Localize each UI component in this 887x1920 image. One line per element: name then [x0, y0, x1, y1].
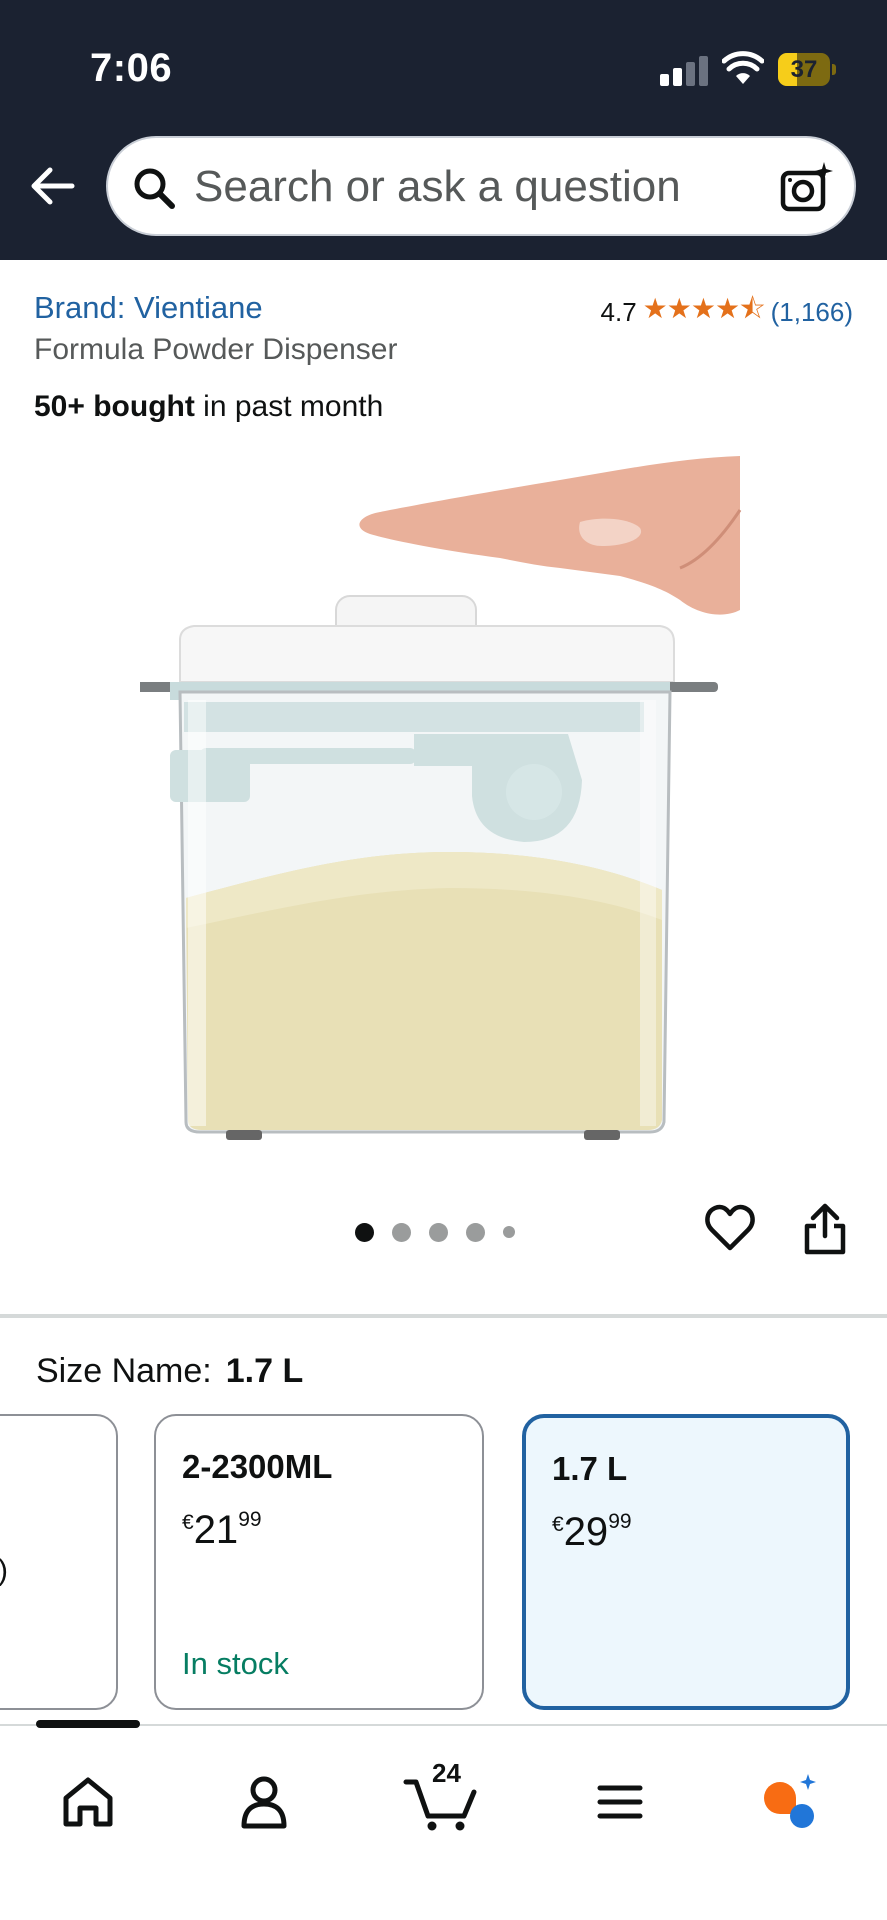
bought-count-bold: 50+ bought: [34, 390, 195, 423]
carousel-dot[interactable]: [355, 1222, 374, 1242]
carousel-dot[interactable]: [503, 1226, 515, 1238]
price-currency: €: [182, 1511, 194, 1534]
size-option-card[interactable]: 2-2300ML €2199 In stock: [154, 1414, 484, 1710]
size-option-price: €2199: [182, 1508, 262, 1553]
price-fraction: 99: [608, 1510, 632, 1533]
app-header: 7:06 37: [0, 0, 887, 260]
search-bar[interactable]: [106, 136, 856, 236]
brand-link[interactable]: Brand: Vientiane: [34, 290, 263, 326]
rating-count-link[interactable]: (1,166): [771, 297, 853, 328]
price-whole: 29: [563, 1510, 609, 1554]
camera-sparkle-icon[interactable]: [780, 160, 834, 214]
rufus-icon[interactable]: [758, 1770, 822, 1834]
battery-indicator: 37: [778, 53, 838, 86]
arrow-left-icon[interactable]: [26, 160, 78, 212]
carousel-dot[interactable]: [392, 1222, 411, 1242]
menu-icon[interactable]: [588, 1770, 652, 1834]
image-carousel-dots[interactable]: [355, 1222, 515, 1242]
size-option-name: 1.7 L: [552, 1450, 628, 1487]
price-fraction: 99: [238, 1508, 262, 1531]
size-option-card-selected[interactable]: 1.7 L €2999: [522, 1414, 850, 1710]
battery-level: 37: [790, 56, 818, 83]
size-label-text: Size Name:: [36, 1352, 212, 1390]
cellular-signal-icon: [660, 54, 710, 86]
carousel-dot[interactable]: [429, 1222, 448, 1242]
search-icon[interactable]: [132, 166, 176, 210]
size-option-card[interactable]: ): [0, 1414, 118, 1710]
account-icon[interactable]: [232, 1770, 296, 1834]
heart-icon[interactable]: [704, 1202, 756, 1254]
product-image[interactable]: [140, 450, 750, 1150]
rating-value: 4.7: [600, 296, 637, 327]
size-option-name: 2-2300ML: [182, 1448, 333, 1485]
section-divider: [0, 1314, 887, 1318]
size-option-edge-text: ): [0, 1554, 8, 1588]
size-option-price: €2999: [552, 1510, 632, 1555]
bought-count-rest: in past month: [194, 390, 384, 423]
cart-count: 24: [432, 1758, 461, 1788]
product-subtitle: Formula Powder Dispenser: [34, 333, 398, 366]
star-rating-icon: ★★★★⯪: [642, 293, 766, 324]
size-name-label: Size Name: 1.7 L: [36, 1352, 303, 1391]
price-whole: 21: [193, 1508, 239, 1552]
nav-active-indicator: [36, 1720, 140, 1728]
price-currency: €: [552, 1513, 564, 1536]
selected-size: 1.7 L: [225, 1352, 304, 1390]
stock-status: In stock: [182, 1646, 289, 1681]
wifi-icon: [722, 51, 764, 84]
bought-count: 50+ bought in past month: [34, 390, 383, 424]
search-input[interactable]: [194, 156, 754, 218]
home-icon[interactable]: [56, 1770, 120, 1834]
rating-summary[interactable]: 4.7 ★★★★⯪ (1,166): [601, 288, 853, 336]
bottom-nav: 24: [0, 1720, 887, 1920]
share-icon[interactable]: [802, 1202, 848, 1256]
status-time: 7:06: [90, 46, 173, 90]
carousel-dot[interactable]: [466, 1222, 485, 1242]
